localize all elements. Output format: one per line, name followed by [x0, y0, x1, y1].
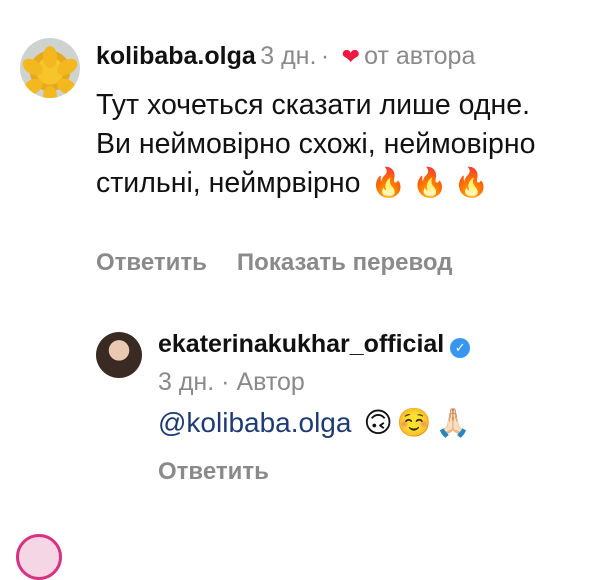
meta-separator: · — [320, 42, 330, 70]
comment-text: Тут хочеться сказати лише одне. Ви неймо… — [96, 86, 566, 203]
reply-button[interactable]: Ответить — [158, 458, 269, 485]
comment-header: kolibaba.olga 3 дн. · ❤ от автора — [96, 42, 475, 71]
show-translation-button[interactable]: Показать перевод — [237, 249, 453, 276]
reply-actions: Ответить — [158, 458, 269, 486]
verified-badge-icon: ✓ — [450, 337, 471, 358]
reply-header: ekaterinakukhar_official ✓ — [158, 330, 471, 359]
avatar-kolibaba[interactable] — [20, 38, 80, 98]
reply-username[interactable]: ekaterinakukhar_official — [158, 330, 444, 358]
meta-separator: · — [221, 368, 230, 396]
avatar-ekaterinakukhar[interactable] — [96, 332, 142, 378]
reply-meta: 3 дн. · Автор — [158, 368, 305, 397]
author-badge: Автор — [236, 368, 305, 396]
heart-icon: ❤ — [341, 43, 361, 69]
liked-by-author-label: от автора — [364, 42, 476, 70]
reply-time: 3 дн. — [158, 368, 215, 396]
comment-actions: Ответить Показать перевод — [96, 249, 452, 277]
comment-time: 3 дн. — [260, 42, 317, 70]
reply-emojis: 🙃☺️🙏🏻 — [363, 407, 475, 438]
reply-text: @kolibaba.olga 🙃☺️🙏🏻 — [158, 406, 474, 439]
reply-button[interactable]: Ответить — [96, 249, 207, 276]
mention-link[interactable]: @kolibaba.olga — [158, 407, 351, 438]
comment-username[interactable]: kolibaba.olga — [96, 42, 256, 70]
avatar-next-comment[interactable] — [16, 534, 62, 580]
fire-emojis: 🔥🔥🔥 — [370, 167, 495, 199]
